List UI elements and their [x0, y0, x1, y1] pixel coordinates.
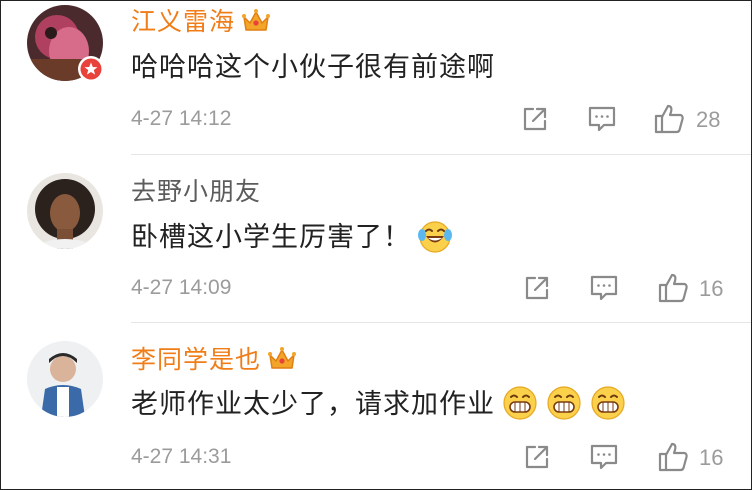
like-count: 16 — [699, 445, 724, 470]
grin-emoji-icon — [547, 385, 581, 420]
comment-time: 4-27 14:31 — [131, 445, 232, 468]
avatar[interactable] — [27, 173, 103, 249]
share-forward-icon[interactable] — [523, 274, 551, 302]
comment-text: 老师作业太少了，请求加作业 — [131, 385, 627, 422]
comment-text-content: 老师作业太少了，请求加作业 — [131, 389, 495, 420]
username-text[interactable]: 李同学是也 — [131, 345, 261, 374]
username[interactable]: 江义雷海 — [131, 7, 271, 37]
username[interactable]: 去野小朋友 — [131, 177, 261, 207]
share-forward-icon[interactable] — [523, 443, 551, 471]
username[interactable]: 李同学是也 — [131, 345, 297, 375]
comment-reply-icon[interactable] — [587, 105, 617, 133]
avatar[interactable] — [27, 341, 103, 417]
crown-icon — [268, 347, 297, 369]
verified-badge-icon — [78, 56, 104, 82]
laugh-cry-emoji-icon — [418, 220, 452, 253]
grin-emoji-icon — [591, 385, 625, 420]
thumbs-up-icon[interactable] — [657, 272, 689, 304]
like-count: 28 — [696, 107, 721, 132]
thumbs-up-icon[interactable] — [653, 103, 685, 135]
divider — [131, 322, 751, 323]
like-count: 16 — [699, 276, 724, 301]
comment-text: 卧槽这小学生厉害了！ — [131, 220, 453, 255]
thumbs-up-icon[interactable] — [657, 441, 689, 473]
username-text[interactable]: 去野小朋友 — [131, 177, 261, 206]
username-text[interactable]: 江义雷海 — [131, 7, 235, 36]
comment-time: 4-27 14:12 — [131, 107, 232, 130]
comment-text: 哈哈哈这个小伙子很有前途啊 — [131, 52, 495, 83]
comment-text-content: 卧槽这小学生厉害了！ — [131, 222, 411, 253]
comment-time: 4-27 14:09 — [131, 276, 232, 299]
grin-emoji-icon — [503, 385, 537, 420]
divider — [131, 154, 751, 155]
comment-reply-icon[interactable] — [589, 443, 619, 471]
crown-icon — [242, 9, 271, 31]
comment-reply-icon[interactable] — [589, 274, 619, 302]
share-forward-icon[interactable] — [521, 105, 549, 133]
comment-list: 江义雷海 哈哈哈这个小伙子很有前途啊 4-27 14:12 28 去野小朋友 卧… — [0, 0, 752, 490]
